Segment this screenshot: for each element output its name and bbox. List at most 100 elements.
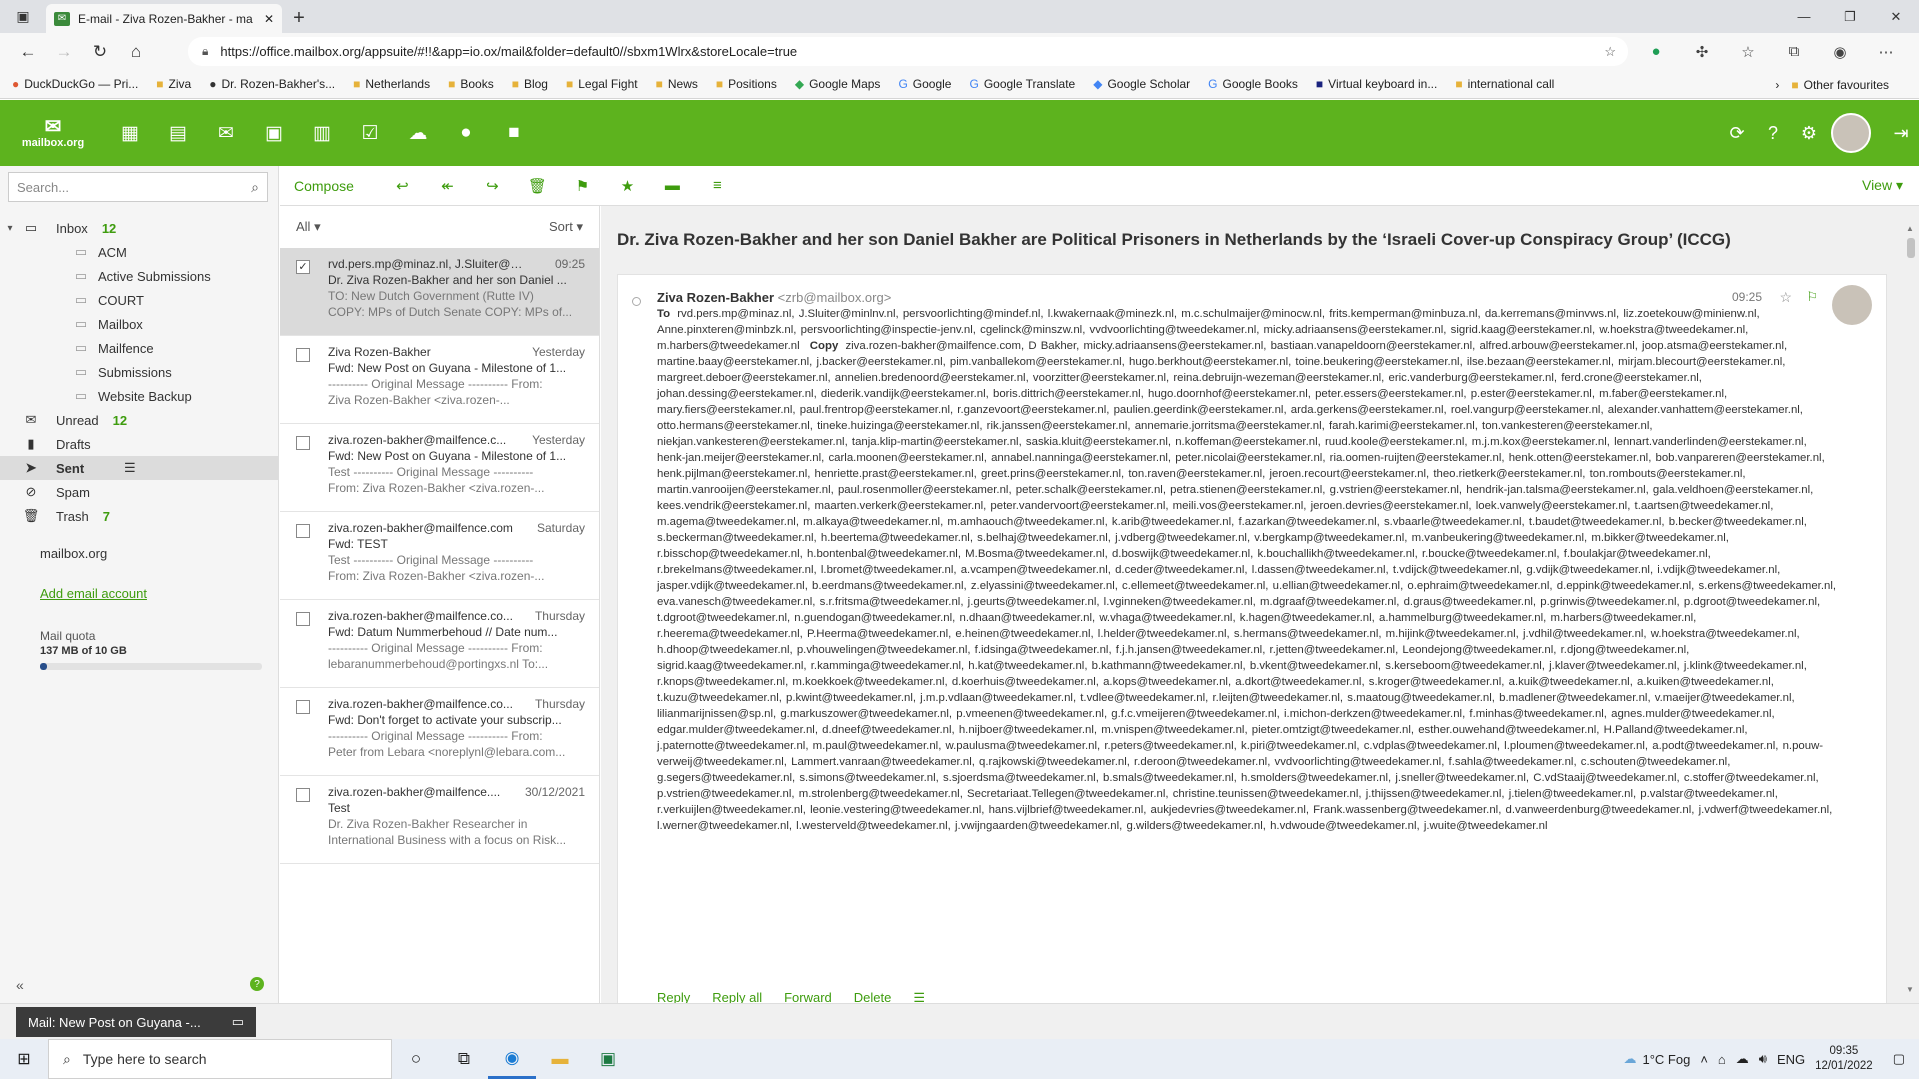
- windows-start-icon[interactable]: ⊞: [0, 1049, 48, 1069]
- network-icon[interactable]: ⌂: [1718, 1052, 1726, 1067]
- bookmark-item[interactable]: G Google: [898, 77, 951, 91]
- folder-item-court[interactable]: ▭ COURT: [0, 288, 278, 312]
- language-indicator[interactable]: ENG: [1777, 1052, 1805, 1067]
- bookmark-item[interactable]: ◆ Google Scholar: [1093, 77, 1190, 91]
- collections-icon[interactable]: ⧉: [1771, 37, 1817, 66]
- edge-browser-icon[interactable]: ◉: [488, 1039, 536, 1079]
- home-icon[interactable]: ⌂: [118, 42, 154, 62]
- back-icon[interactable]: ←: [10, 42, 46, 62]
- restore-window-icon[interactable]: ▭: [232, 1014, 244, 1030]
- bookmark-item[interactable]: ■ Ziva: [156, 77, 191, 91]
- calendar-icon[interactable]: ▣: [250, 122, 298, 145]
- minimize-icon[interactable]: —: [1781, 0, 1827, 33]
- close-tab-icon[interactable]: ✕: [264, 12, 274, 26]
- folder-item-sent[interactable]: ➤ Sent ☰: [0, 456, 278, 480]
- add-email-account-link[interactable]: Add email account: [40, 586, 147, 601]
- view-dropdown[interactable]: View ▾: [1862, 177, 1903, 194]
- star-icon[interactable]: ☆: [1779, 289, 1792, 306]
- avatar[interactable]: [1831, 113, 1871, 153]
- forward-icon[interactable]: →: [46, 42, 82, 62]
- mail-list-item[interactable]: ziva.rozen-bakher@mailfence.co... Thursda…: [280, 688, 599, 776]
- bookmark-item[interactable]: ■ Books: [448, 77, 494, 91]
- favorites-icon[interactable]: ☆: [1725, 37, 1771, 66]
- mail-icon[interactable]: ✉: [202, 122, 250, 145]
- flag-icon[interactable]: ⚑: [560, 177, 605, 195]
- reply-button[interactable]: Reply: [657, 990, 690, 1003]
- bookmark-item[interactable]: ■ Legal Fight: [566, 77, 638, 91]
- folder-item-mailfence[interactable]: ▭ Mailfence: [0, 336, 278, 360]
- portal-icon[interactable]: ▤: [154, 122, 202, 145]
- settings-gear-icon[interactable]: ⚙: [1791, 123, 1827, 144]
- folder-item-mailbox[interactable]: ▭ Mailbox: [0, 312, 278, 336]
- onedrive-icon[interactable]: ☁: [1736, 1051, 1749, 1067]
- address-book-icon[interactable]: ▥: [298, 122, 346, 145]
- scroll-thumb[interactable]: [1907, 238, 1915, 258]
- scroll-up-icon[interactable]: ▲: [1906, 224, 1914, 233]
- chat-icon[interactable]: ●: [442, 122, 490, 145]
- archive-icon[interactable]: ▬: [650, 177, 695, 194]
- tasks-icon[interactable]: ☑: [346, 122, 394, 145]
- tab-actions-icon[interactable]: ▣: [0, 0, 46, 33]
- sender-name[interactable]: Ziva Rozen-Bakher: [657, 290, 774, 305]
- bookmark-item[interactable]: ■ Positions: [716, 77, 777, 91]
- favorite-star-icon[interactable]: ☆: [1604, 44, 1616, 60]
- clock[interactable]: 09:35 12/01/2022: [1815, 1044, 1873, 1074]
- folder-item-inbox[interactable]: ▾ ▭ Inbox 12: [0, 216, 278, 240]
- mail-list-item[interactable]: Ziva Rozen-Bakher Yesterday Fwd: New Post …: [280, 336, 599, 424]
- scroll-down-icon[interactable]: ▼: [1906, 985, 1914, 994]
- folder-item-trash[interactable]: 🗑︎ Trash 7: [0, 504, 278, 528]
- close-window-icon[interactable]: ✕: [1873, 0, 1919, 33]
- drive-cloud-icon[interactable]: ☁: [394, 122, 442, 145]
- folder-menu-icon[interactable]: ☰: [124, 460, 136, 476]
- more-actions-icon[interactable]: ≡: [695, 177, 740, 194]
- select-checkbox[interactable]: [296, 436, 310, 450]
- folder-item-active-submissions[interactable]: ▭ Active Submissions: [0, 264, 278, 288]
- video-icon[interactable]: ■: [490, 122, 538, 145]
- weather-widget[interactable]: ☁ 1°C Fog: [1623, 1051, 1690, 1067]
- browser-tab[interactable]: ✉ E-mail - Ziva Rozen-Bakher - ma ✕: [46, 4, 282, 33]
- bookmarks-overflow-icon[interactable]: ›: [1775, 78, 1779, 92]
- refresh-icon[interactable]: ↻: [82, 42, 118, 62]
- bookmark-item[interactable]: ◆ Google Maps: [795, 77, 881, 91]
- select-checkbox[interactable]: [296, 700, 310, 714]
- bookmark-item[interactable]: G Google Translate: [969, 77, 1075, 91]
- minimized-mail-window[interactable]: Mail: New Post on Guyana -... ▭: [16, 1007, 256, 1037]
- forward-button[interactable]: Forward: [784, 990, 832, 1003]
- select-checkbox[interactable]: [296, 348, 310, 362]
- folder-item-submissions[interactable]: ▭ Submissions: [0, 360, 278, 384]
- help-badge-icon[interactable]: ?: [250, 977, 264, 991]
- reply-all-icon[interactable]: ↞: [425, 177, 470, 195]
- bookmark-item[interactable]: ■ international call: [1455, 77, 1554, 91]
- excel-icon[interactable]: ▣: [584, 1039, 632, 1079]
- new-tab-button[interactable]: +: [282, 4, 316, 33]
- maximize-icon[interactable]: ❐: [1827, 0, 1873, 33]
- select-checkbox[interactable]: [296, 788, 310, 802]
- select-checkbox[interactable]: [296, 612, 310, 626]
- mailbox-logo[interactable]: ✉ mailbox.org: [0, 117, 106, 149]
- select-checkbox[interactable]: ✓: [296, 260, 310, 274]
- mail-list-item[interactable]: ziva.rozen-bakher@mailfence.com Saturday F…: [280, 512, 599, 600]
- copy-recipients[interactable]: ziva.rozen-bakher@mailfence.com, D Bakhe…: [657, 340, 1836, 832]
- unread-toggle[interactable]: [632, 297, 641, 306]
- task-view-icon[interactable]: ⧉: [440, 1039, 488, 1079]
- mail-list-item[interactable]: ziva.rozen-bakher@mailfence.co... Thursda…: [280, 600, 599, 688]
- filter-dropdown[interactable]: All ▾: [296, 219, 321, 235]
- app-grid-icon[interactable]: ▦: [106, 122, 154, 145]
- extension-grammarly-icon[interactable]: ●: [1633, 37, 1679, 66]
- forward-icon[interactable]: ↪: [470, 177, 515, 195]
- star-icon[interactable]: ★: [605, 177, 650, 195]
- bookmark-item[interactable]: ■ Blog: [512, 77, 548, 91]
- volume-icon[interactable]: 🔊︎: [1759, 1051, 1767, 1067]
- taskbar-search-input[interactable]: ⌕ Type here to search: [48, 1039, 392, 1079]
- profile-icon[interactable]: ◉: [1817, 37, 1863, 66]
- bookmark-item[interactable]: ■ Netherlands: [353, 77, 430, 91]
- chevron-down-icon[interactable]: ▾: [0, 223, 20, 234]
- cortana-icon[interactable]: ○: [392, 1039, 440, 1079]
- tray-chevron-icon[interactable]: ˄: [1700, 1052, 1708, 1067]
- scrollbar[interactable]: ▲ ▼: [1905, 224, 1917, 994]
- bookmark-item[interactable]: G Google Books: [1208, 77, 1298, 91]
- folder-item-website-backup[interactable]: ▭ Website Backup: [0, 384, 278, 408]
- mail-list-item[interactable]: ziva.rozen-bakher@mailfence.c... Yesterda…: [280, 424, 599, 512]
- refresh-icon[interactable]: ⟳: [1719, 123, 1755, 144]
- bookmark-item[interactable]: ● DuckDuckGo — Pri...: [12, 77, 138, 91]
